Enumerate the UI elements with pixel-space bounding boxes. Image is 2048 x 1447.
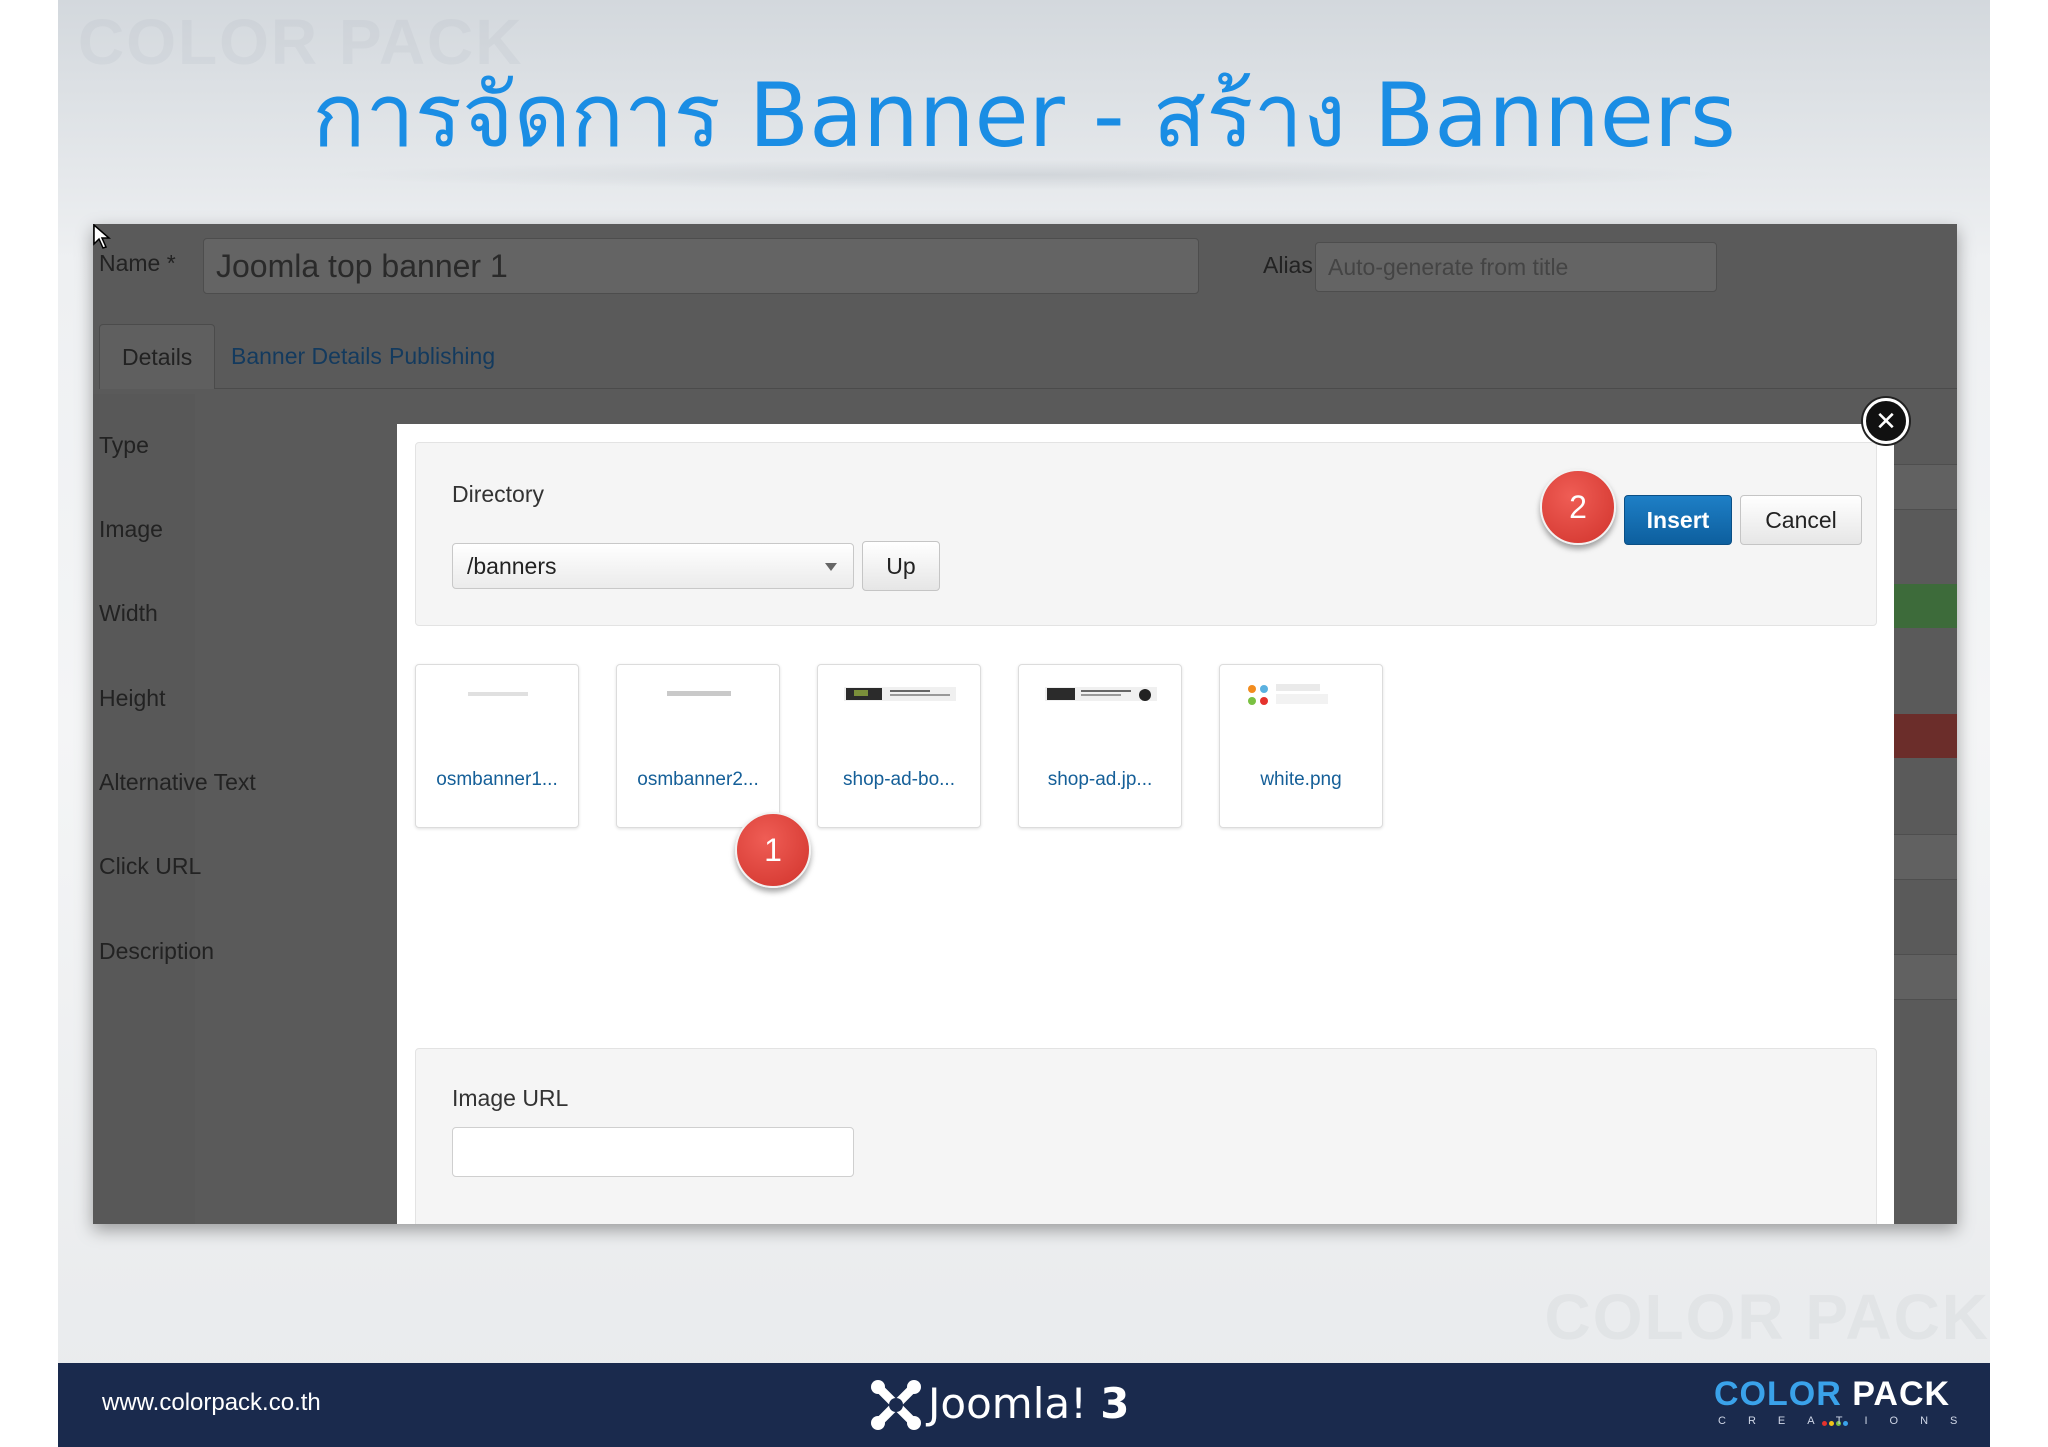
file-name: osmbanner1... [436, 769, 558, 790]
field-label-width: Width [99, 600, 158, 626]
file-name: shop-ad.jp... [1047, 769, 1153, 790]
slide-footer: www.colorpack.co.th Joomla! 3 COLOR PACK… [58, 1363, 1990, 1447]
logo-pack-text: PACK [1852, 1375, 1951, 1413]
colorpack-logo: COLOR PACK CREATIONS [1714, 1375, 1957, 1435]
logo-sub-text: CREATIONS [1718, 1415, 1980, 1427]
title-shadow [318, 160, 1738, 190]
website-url: www.colorpack.co.th [102, 1389, 321, 1416]
tab-publishing[interactable]: Publishing [367, 324, 517, 388]
banner-image-icon [468, 692, 528, 696]
insert-button[interactable]: Insert [1624, 495, 1732, 545]
file-thumbnail[interactable]: shop-ad.jp... [1018, 664, 1182, 828]
joomla-version: 3 [1100, 1379, 1130, 1428]
file-name: shop-ad-bo... [843, 769, 955, 790]
joomla-wordmark: Joomla! 3 [928, 1379, 1130, 1428]
watermark: COLOR PACK [1544, 1281, 1990, 1353]
joomla-logo-icon [1248, 684, 1328, 705]
step-badge-1: 1 [735, 812, 811, 888]
name-label: Name * [99, 250, 176, 276]
banner-image-icon [1045, 687, 1157, 701]
cancel-button[interactable]: Cancel [1740, 495, 1862, 545]
file-name: osmbanner2... [637, 769, 759, 790]
joomla-logo-icon [871, 1380, 921, 1430]
directory-label: Directory [452, 481, 545, 507]
close-icon[interactable]: ✕ [1863, 398, 1909, 444]
file-thumbnail[interactable]: osmbanner1... [415, 664, 579, 828]
file-thumbnail[interactable]: osmbanner2... [616, 664, 780, 828]
image-picker-modal: Directory /banners Up Insert Cancel 2 os… [397, 424, 1894, 1224]
image-url-label: Image URL [452, 1085, 569, 1111]
field-label-height: Height [99, 685, 166, 711]
banner-editor-screenshot: Name * Joomla top banner 1 Alias Auto-ge… [93, 224, 1957, 1224]
image-url-panel: Image URL [415, 1048, 1877, 1224]
field-label-click-url: Click URL [99, 853, 202, 879]
field-label-alt-text: Alternative Text [99, 769, 256, 795]
presentation-slide: COLOR PACK COLOR PACK การจัดการ Banner -… [58, 0, 1990, 1447]
field-label-type: Type [99, 432, 149, 458]
name-field[interactable]: Joomla top banner 1 [203, 238, 1199, 294]
logo-color-text: COLOR [1714, 1375, 1842, 1413]
directory-select[interactable]: /banners [452, 543, 854, 589]
banner-image-icon [844, 687, 956, 701]
field-label-image: Image [99, 516, 163, 542]
chevron-down-icon [825, 563, 837, 571]
file-thumbnail[interactable]: white.png [1219, 664, 1383, 828]
step-badge-2: 2 [1540, 469, 1616, 545]
tab-bar: Details Banner Details Publishing [99, 324, 1957, 389]
mouse-cursor-icon [93, 224, 112, 249]
tab-details[interactable]: Details [99, 324, 216, 389]
directory-value: /banners [467, 553, 557, 579]
joomla-brand-text: Joomla! [928, 1379, 1087, 1428]
image-url-input[interactable] [452, 1127, 854, 1177]
field-label-description: Description [99, 938, 215, 964]
alias-label: Alias [1263, 252, 1313, 278]
file-thumbnail[interactable]: shop-ad-bo... [817, 664, 981, 828]
directory-panel: Directory /banners Up Insert Cancel 2 [415, 442, 1877, 626]
banner-image-icon [667, 691, 731, 696]
up-button[interactable]: Up [862, 541, 940, 591]
alias-field[interactable]: Auto-generate from title [1315, 242, 1717, 292]
file-name: white.png [1260, 769, 1342, 790]
